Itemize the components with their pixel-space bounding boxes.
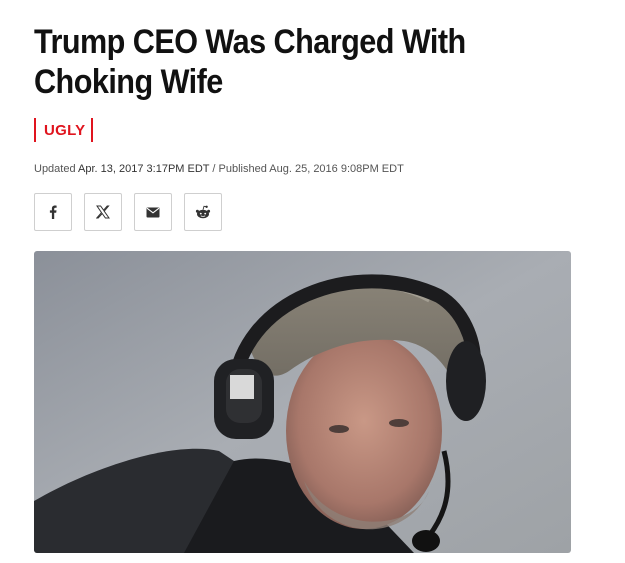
- email-icon: [146, 207, 160, 217]
- published-label: Published: [218, 163, 267, 175]
- photo-illustration: [34, 251, 571, 553]
- reddit-icon: [195, 205, 211, 219]
- category-left-rule: [34, 118, 36, 142]
- published-date: Aug. 25, 2016 9:08PM EDT: [269, 163, 404, 175]
- category-label[interactable]: UGLY: [44, 122, 86, 139]
- article-hero-image[interactable]: [34, 251, 571, 553]
- updated-date: Apr. 13, 2017 3:17PM EDT: [78, 163, 210, 175]
- updated-label: Updated: [34, 163, 76, 175]
- share-email-button[interactable]: [134, 193, 172, 231]
- share-reddit-button[interactable]: [184, 193, 222, 231]
- facebook-icon: [49, 205, 57, 219]
- share-bar: [34, 193, 222, 231]
- article-headline: Trump CEO Was Charged With Choking Wife: [34, 23, 466, 101]
- article-dates: Updated Apr. 13, 2017 3:17PM EDT / Publi…: [34, 163, 404, 175]
- date-separator: /: [212, 163, 216, 175]
- category-right-rule: [91, 118, 93, 142]
- share-x-button[interactable]: [84, 193, 122, 231]
- share-facebook-button[interactable]: [34, 193, 72, 231]
- x-icon: [96, 205, 110, 219]
